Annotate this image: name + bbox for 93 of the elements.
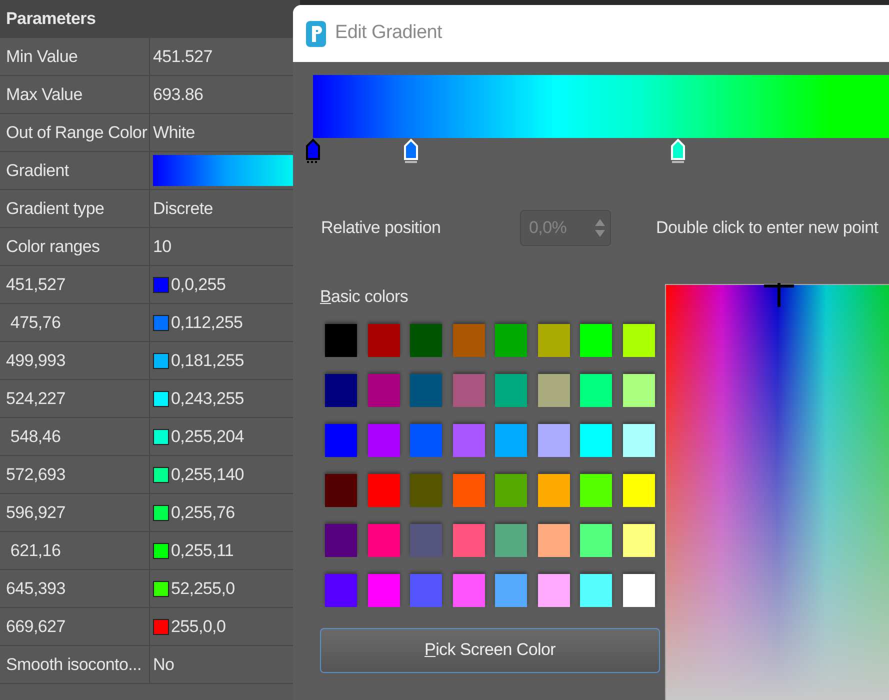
color-swatch[interactable] [495,374,527,406]
property-label: Min Value [6,46,78,68]
color-swatch[interactable] [495,474,527,506]
property-value: 0,243,255 [171,388,244,410]
color-swatch[interactable] [452,324,484,356]
property-value: 0,255,204 [171,426,244,448]
color-swatch[interactable] [538,524,570,556]
color-swatch[interactable] [580,474,612,506]
relative-position-label: Relative position [321,217,442,240]
color-swatch[interactable] [622,574,654,606]
gradient-stop-handle[interactable] [670,138,686,164]
property-label: Smooth isoconto... [6,654,142,676]
property-label: 475,76 [9,312,61,334]
color-swatch[interactable] [368,574,400,606]
property-value: 0,255,11 [171,540,234,562]
pick-screen-color-button[interactable]: Pick Screen Color [320,628,660,672]
property-label: Gradient type [6,198,104,220]
color-swatch[interactable] [410,374,442,406]
color-swatch[interactable] [368,424,400,456]
property-label: Color ranges [6,236,100,258]
property-value: White [153,122,195,144]
color-swatch[interactable] [580,424,612,456]
color-swatch[interactable] [325,324,357,356]
color-swatch[interactable] [325,574,357,606]
property-label: 451,527 [6,274,66,296]
color-swatch[interactable] [622,324,654,356]
panel-title: Parameters [6,8,96,30]
property-label: Out of Range Color [6,122,148,144]
color-swatch[interactable] [495,424,527,456]
color-spectrum[interactable] [665,284,889,700]
color-swatch[interactable] [538,424,570,456]
color-swatch[interactable] [452,424,484,456]
property-value: No [153,654,174,676]
property-label: 645,393 [6,578,66,600]
color-swatch[interactable] [410,574,442,606]
dialog-title: Edit Gradient [335,21,442,46]
gradient-stop-handle[interactable] [305,138,321,164]
color-swatch[interactable] [452,474,484,506]
color-swatch[interactable] [452,574,484,606]
gradient-stop-handle[interactable] [402,138,419,164]
color-swatch[interactable] [410,424,442,456]
color-swatch[interactable] [622,374,654,406]
property-value: 0,112,255 [171,312,243,334]
color-swatch[interactable] [538,474,570,506]
color-swatch[interactable] [495,324,527,356]
color-swatch[interactable] [368,324,400,356]
color-swatch[interactable] [368,474,400,506]
property-label: Gradient [6,160,69,182]
crosshair-icon [764,283,794,307]
color-swatch[interactable] [325,424,357,456]
color-swatch[interactable] [622,524,654,556]
basic-colors-label: Basic colors [320,286,410,308]
color-swatch[interactable] [538,374,570,406]
app-logo-icon [305,20,327,48]
color-swatch[interactable] [538,574,570,606]
color-swatch[interactable] [622,474,654,506]
color-swatch[interactable] [580,574,612,606]
hint-text: Double click to enter new point [656,217,878,240]
color-swatch[interactable] [580,374,612,406]
color-swatch[interactable] [495,574,527,606]
property-value: 0,181,255 [171,350,244,372]
color-swatch[interactable] [622,424,654,456]
property-value: 10 [153,236,172,258]
color-swatch[interactable] [325,374,357,406]
property-value: 0,255,76 [171,502,235,524]
property-value: 693.86 [153,84,204,106]
color-swatch[interactable] [452,524,484,556]
color-swatch[interactable] [495,524,527,556]
property-label: 524,227 [6,388,66,410]
property-label: 499,993 [6,350,66,372]
color-swatch[interactable] [580,324,612,356]
property-label: Max Value [6,84,82,106]
color-swatch[interactable] [410,524,442,556]
color-swatch[interactable] [538,324,570,356]
color-swatch[interactable] [368,374,400,406]
color-swatch[interactable] [580,524,612,556]
color-swatch[interactable] [325,474,357,506]
property-label: 669,627 [6,616,66,638]
property-value: 451.527 [153,46,212,68]
color-swatch[interactable] [452,374,484,406]
property-value: 52,255,0 [171,578,235,600]
color-swatch[interactable] [410,324,442,356]
property-value: 0,255,140 [171,464,244,486]
color-swatch[interactable] [368,524,400,556]
color-swatch[interactable] [325,524,357,556]
property-label: 572,693 [6,464,66,486]
color-swatch[interactable] [410,474,442,506]
property-label: 548,46 [9,426,61,448]
property-label: 621,16 [9,540,61,562]
property-value: Discrete [153,198,213,220]
property-value: 0,0,255 [171,274,226,296]
property-value: 255,0,0 [171,616,226,638]
property-label: 596,927 [6,502,66,524]
